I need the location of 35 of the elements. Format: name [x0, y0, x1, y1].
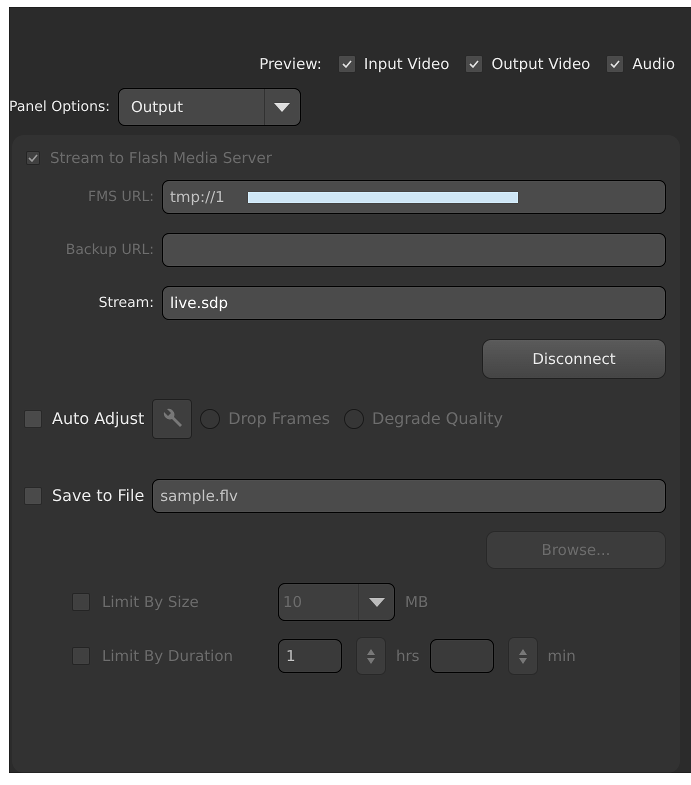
caret-icon — [368, 598, 384, 606]
radio-label: Drop Frames — [228, 408, 330, 430]
unit-label: hrs — [396, 646, 420, 667]
field-label: FMS URL: — [87, 188, 154, 206]
checkbox-label: Input Video — [364, 54, 450, 75]
checkmark-icon — [28, 153, 38, 163]
checkbox-label: Limit By Size — [102, 592, 200, 613]
caret-icon — [274, 102, 290, 112]
unit-label: MB — [405, 592, 428, 613]
checkmark-icon — [610, 59, 620, 69]
spinner-arrows[interactable] — [508, 637, 538, 675]
checkbox-label: Output Video — [491, 54, 590, 75]
checkmark-icon — [469, 59, 480, 69]
panel-options-label: Panel Options: — [9, 98, 110, 116]
checkbox-label: Save to File — [52, 485, 144, 507]
checkbox-label: Limit By Duration — [102, 646, 234, 667]
checkbox-label: Stream to Flash Media Server — [50, 148, 272, 169]
unit-label: min — [548, 646, 576, 667]
checkbox[interactable] — [24, 410, 42, 428]
checkbox-label: Auto Adjust — [52, 408, 144, 430]
checkbox[interactable] — [606, 55, 624, 73]
radio-label: Degrade Quality — [372, 408, 503, 430]
dropdown[interactable]: Output — [118, 88, 301, 126]
checkbox-label: Audio — [632, 54, 675, 75]
checkbox[interactable] — [465, 55, 484, 73]
text-field[interactable]: sample.flv — [152, 479, 666, 513]
preview-label: Preview: — [259, 54, 322, 75]
checkbox[interactable] — [24, 487, 42, 505]
text-field[interactable] — [430, 639, 494, 673]
field-label: Backup URL: — [64, 240, 154, 260]
field-label: Stream: — [98, 294, 154, 312]
checkmark-icon — [342, 59, 352, 69]
settings-button[interactable] — [152, 399, 192, 439]
checkbox[interactable] — [338, 55, 356, 73]
spinner-arrows[interactable] — [356, 637, 386, 675]
